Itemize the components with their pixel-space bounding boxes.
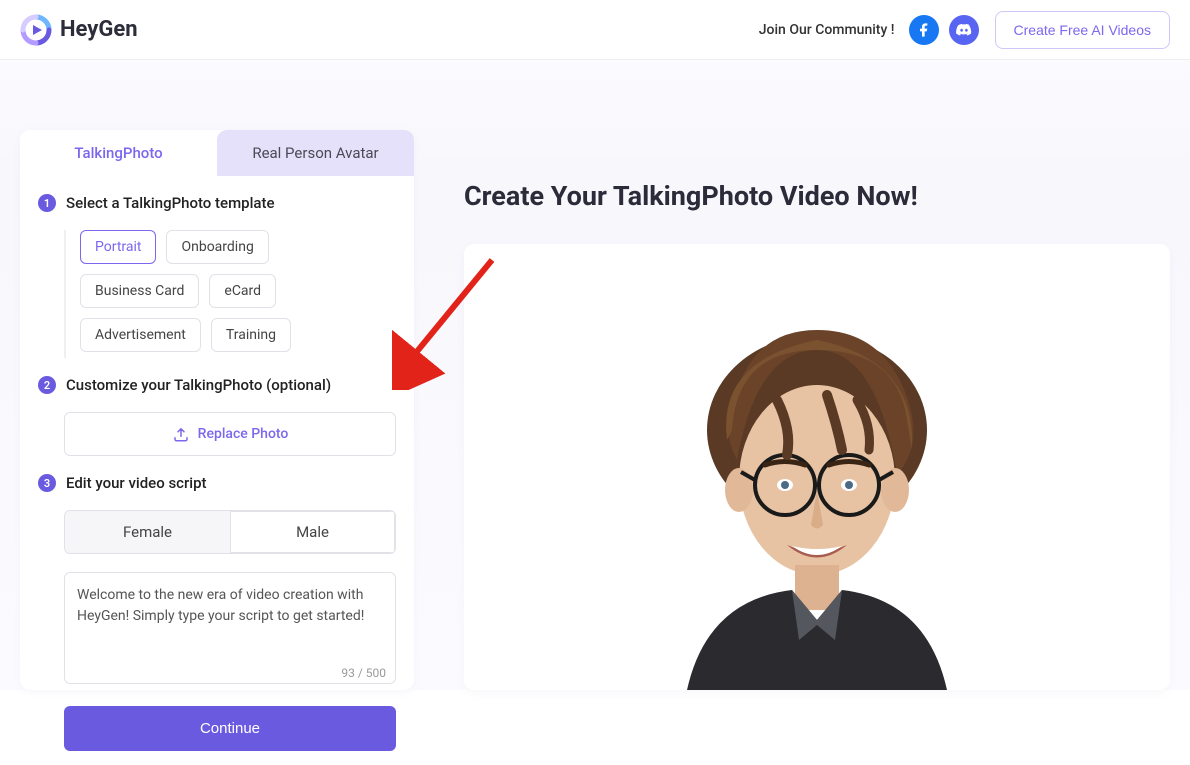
discord-icon (955, 21, 973, 39)
step-1-badge: 1 (38, 194, 56, 212)
logo-icon (20, 14, 52, 46)
step-3-header: 3 Edit your video script (38, 474, 396, 492)
template-onboarding[interactable]: Onboarding (166, 230, 268, 264)
template-training[interactable]: Training (211, 318, 291, 352)
discord-button[interactable] (949, 15, 979, 45)
config-panel: TalkingPhoto Real Person Avatar 1 Select… (20, 130, 414, 690)
replace-photo-button[interactable]: Replace Photo (64, 412, 396, 456)
avatar-image (617, 290, 1017, 690)
preview-column: Create Your TalkingPhoto Video Now! (464, 80, 1170, 690)
page-headline: Create Your TalkingPhoto Video Now! (464, 180, 1170, 212)
tab-real-person-avatar[interactable]: Real Person Avatar (217, 130, 414, 176)
continue-button[interactable]: Continue (64, 706, 396, 751)
template-business-card[interactable]: Business Card (80, 274, 199, 308)
photo-preview (464, 244, 1170, 690)
step-2-title: Customize your TalkingPhoto (optional) (66, 376, 331, 394)
voice-gender-toggle: Female Male (64, 510, 396, 554)
step-1-header: 1 Select a TalkingPhoto template (38, 194, 396, 212)
upload-icon (172, 425, 190, 443)
voice-female[interactable]: Female (65, 511, 230, 553)
replace-photo-label: Replace Photo (198, 426, 289, 442)
script-wrapper: 93 / 500 (64, 572, 396, 688)
panel-tabs: TalkingPhoto Real Person Avatar (20, 130, 414, 176)
step-1-title: Select a TalkingPhoto template (66, 194, 275, 212)
step-3-badge: 3 (38, 474, 56, 492)
facebook-button[interactable] (909, 15, 939, 45)
step-3-title: Edit your video script (66, 474, 207, 492)
template-chipset: Portrait Onboarding Business Card eCard … (64, 230, 396, 358)
voice-male[interactable]: Male (230, 511, 395, 553)
script-char-counter: 93 / 500 (341, 666, 386, 680)
create-free-videos-button[interactable]: Create Free AI Videos (995, 11, 1170, 49)
app-header: HeyGen Join Our Community ! Create Free … (0, 0, 1190, 60)
join-community-text: Join Our Community ! (759, 22, 895, 38)
facebook-icon (916, 22, 932, 38)
tab-talking-photo[interactable]: TalkingPhoto (20, 130, 217, 176)
step-2-header: 2 Customize your TalkingPhoto (optional) (38, 376, 396, 394)
brand-name: HeyGen (60, 17, 138, 42)
template-ecard[interactable]: eCard (209, 274, 276, 308)
template-portrait[interactable]: Portrait (80, 230, 156, 264)
step-2-badge: 2 (38, 376, 56, 394)
template-advertisement[interactable]: Advertisement (80, 318, 201, 352)
brand-logo[interactable]: HeyGen (20, 14, 138, 46)
main-content: TalkingPhoto Real Person Avatar 1 Select… (0, 60, 1190, 690)
